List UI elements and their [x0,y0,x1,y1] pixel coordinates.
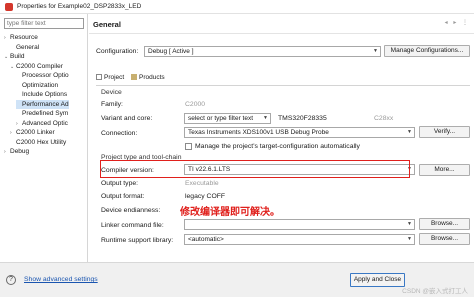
device-section-label: Device [101,89,122,96]
variant-filter-select[interactable]: select or type filter text ▼ [184,113,271,124]
nav-tree-item[interactable]: ⌄ Build [4,52,24,61]
chevron-down-icon: ▼ [407,221,412,227]
verify-button[interactable]: Verify... [419,126,470,138]
nav-tree-item[interactable]: › Advanced Optic [16,119,68,128]
tab-divider [96,85,470,86]
app-icon [5,3,13,11]
package-icon [131,74,137,80]
show-advanced-settings-link[interactable]: Show advanced settings [24,276,98,283]
tab-products[interactable]: Products [131,74,165,84]
nav-tree-item[interactable]: Performance Ad [16,99,69,109]
nav-arrows[interactable]: ◂ ▸ ⋮ [445,19,470,26]
nav-tree-label: C2000 Compiler [16,62,63,70]
nav-tree-item[interactable]: Optimization [16,81,58,90]
runtime-library-label: Runtime support library: [101,237,174,244]
manage-configurations-button[interactable]: Manage Configurations... [384,45,470,57]
nav-tree-item[interactable]: Processor Optio [16,71,69,80]
help-icon[interactable]: ? [6,275,16,285]
page-header: General ◂ ▸ ⋮ [89,14,474,34]
properties-nav: ›ResourceGeneral⌄Build⌄C2000 CompilerPro… [0,14,88,262]
core-value: C28xx [374,115,394,122]
runtime-library-value: <automatic> [188,236,224,243]
output-format-value: legacy COFF [185,193,226,200]
tab-project-label: Project [104,74,125,81]
nav-tree-label: Include Options [22,91,68,98]
nav-tree-label: Performance Ad [22,100,69,108]
page-title: General [93,20,121,29]
manage-target-checkbox[interactable] [185,143,192,150]
annotation-text: 修改编译器即可解决。 [180,207,280,218]
chevron-down-icon: ▼ [407,129,412,135]
more-button[interactable]: More... [419,164,470,176]
runtime-library-select[interactable]: <automatic> ▼ [184,234,415,245]
configuration-label: Configuration: [96,48,139,55]
window-title: Properties for Example02_DSP2833x_LED [17,3,142,10]
endianness-label: Device endianness: [101,207,161,214]
title-bar: Properties for Example02_DSP2833x_LED [0,0,474,14]
nav-tree-item[interactable]: Include Options [16,90,67,99]
nav-tree-item[interactable]: Predefined Sym [16,109,68,118]
nav-tree-item[interactable]: › Debug [4,147,29,156]
nav-tree-item[interactable]: › Resource [4,33,38,42]
nav-tree-item[interactable]: C2000 Hex Utility [10,138,66,147]
nav-tree-item[interactable]: ⌄ C2000 Compiler [10,62,63,71]
output-type-label: Output type: [101,180,139,187]
variant-filter-text: select or type filter text [188,115,254,122]
output-type-value: Executable [185,180,219,187]
watermark: CSDN @嵌入式打工人 [402,288,468,295]
tab-products-label: Products [139,74,165,81]
nav-tree-label: General [16,43,40,51]
general-page: General ◂ ▸ ⋮ Configuration: Debug [ Act… [89,14,474,262]
nav-tree-label: Processor Optio [22,72,69,79]
nav-tree-label: C2000 Linker [16,129,55,136]
nav-tree-item[interactable]: General [10,43,39,52]
browse-runtime-button[interactable]: Browse... [419,233,470,245]
nav-tree-item[interactable]: › C2000 Linker [10,128,55,137]
nav-tree-label: C2000 Hex Utility [16,138,67,146]
connection-value: Texas Instruments XDS100v1 USB Debug Pro… [188,129,329,136]
dialog-footer: ? Show advanced settings Apply and Close… [0,262,474,297]
connection-select[interactable]: Texas Instruments XDS100v1 USB Debug Pro… [184,127,415,138]
output-format-label: Output format: [101,193,145,200]
configuration-value: Debug [ Active ] [148,48,194,55]
apply-and-close-button[interactable]: Apply and Close [350,273,405,287]
nav-tree-label: Predefined Sym [22,110,69,117]
family-label: Family: [101,101,123,108]
connection-label: Connection: [101,130,138,137]
filter-input[interactable] [4,18,84,29]
variant-value: TMS320F28335 [278,115,327,122]
linker-command-label: Linker command file: [101,222,164,229]
tab-project[interactable]: Project [96,74,124,84]
nav-tree-label: Resource [10,34,38,41]
linker-command-input[interactable]: ▼ [184,219,415,230]
manage-target-label: Manage the project's target-configuratio… [195,143,360,150]
chevron-down-icon: ▼ [407,236,412,242]
chevron-down-icon: ▼ [373,48,378,54]
nav-tree-label: Optimization [22,81,59,89]
chevron-down-icon: ▼ [263,115,268,121]
nav-tree-label: Build [10,53,25,60]
annotation-highlight-box [100,160,410,178]
nav-tree-label: Debug [10,148,30,155]
family-value: C2000 [185,101,206,108]
configuration-select[interactable]: Debug [ Active ] ▼ [144,46,381,57]
browse-linker-button[interactable]: Browse... [419,218,470,230]
settings-icon [96,74,102,80]
variant-label: Variant and core: [101,115,153,122]
nav-tree-label: Advanced Optic [22,119,68,127]
